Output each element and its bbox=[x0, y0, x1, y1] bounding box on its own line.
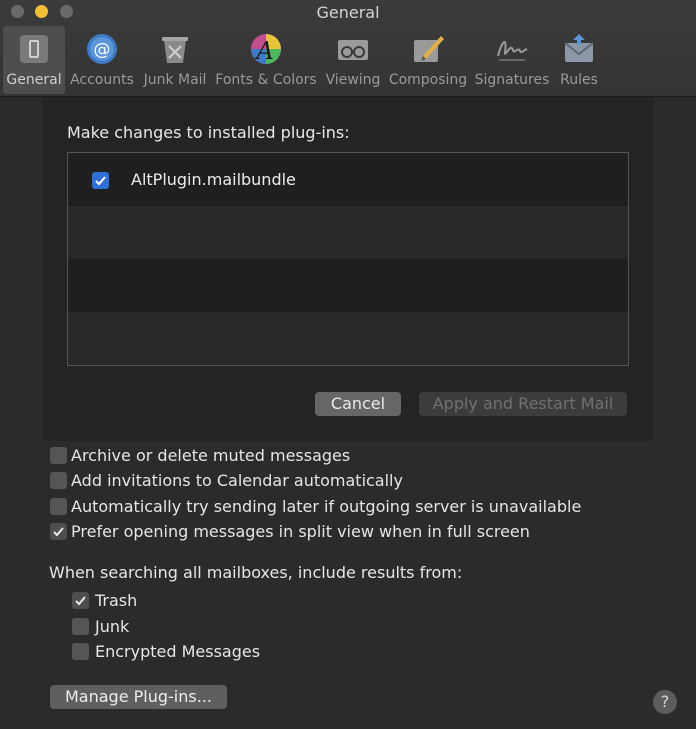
tab-signatures[interactable]: Signatures bbox=[473, 26, 551, 94]
split-view-checkbox[interactable] bbox=[50, 523, 67, 540]
junk-checkbox[interactable] bbox=[72, 618, 89, 635]
plugin-checkbox[interactable] bbox=[92, 172, 109, 189]
apply-and-restart-button[interactable]: Apply and Restart Mail bbox=[419, 392, 627, 416]
rules-icon bbox=[564, 34, 594, 62]
accounts-icon: @ bbox=[87, 34, 117, 64]
plugin-list[interactable]: AltPlugin.mailbundle bbox=[67, 152, 629, 366]
tab-composing[interactable]: Composing bbox=[388, 26, 468, 94]
split-view-label: Prefer opening messages in split view wh… bbox=[71, 522, 530, 541]
tab-label: Signatures bbox=[474, 72, 550, 88]
archive-muted-label: Archive or delete muted messages bbox=[71, 446, 351, 465]
window-title: General bbox=[316, 3, 380, 22]
trash-checkbox[interactable] bbox=[72, 592, 89, 609]
help-button[interactable]: ? bbox=[653, 690, 677, 714]
svg-text:A: A bbox=[254, 37, 273, 65]
composing-icon bbox=[414, 36, 444, 62]
plugin-row-empty bbox=[68, 312, 628, 365]
general-icon bbox=[20, 35, 48, 63]
signatures-icon bbox=[497, 41, 528, 61]
tab-label: Junk Mail bbox=[143, 72, 207, 88]
junk-mail-icon bbox=[162, 37, 188, 63]
tab-accounts[interactable]: @ Accounts bbox=[68, 26, 136, 94]
tab-viewing[interactable]: Viewing bbox=[322, 26, 384, 94]
tab-fonts-colors[interactable]: A Fonts & Colors bbox=[214, 26, 318, 94]
plugin-row[interactable]: AltPlugin.mailbundle bbox=[68, 153, 628, 206]
tab-label: Composing bbox=[388, 72, 468, 88]
send-later-checkbox[interactable] bbox=[50, 498, 67, 515]
tab-label: Viewing bbox=[325, 72, 381, 88]
tab-label: Accounts bbox=[70, 72, 134, 88]
viewing-icon bbox=[338, 40, 368, 60]
plugin-row-empty bbox=[68, 206, 628, 259]
trash-label: Trash bbox=[95, 591, 138, 610]
checkmark-icon bbox=[95, 176, 106, 186]
search-results-label: When searching all mailboxes, include re… bbox=[49, 563, 463, 582]
tab-rules[interactable]: Rules bbox=[555, 26, 603, 94]
encrypted-messages-checkbox[interactable] bbox=[72, 643, 89, 660]
fonts-colors-icon: A bbox=[251, 34, 281, 65]
junk-label: Junk bbox=[95, 617, 130, 636]
checkmark-icon bbox=[53, 527, 64, 537]
manage-plugins-button[interactable]: Manage Plug-ins... bbox=[50, 685, 227, 709]
add-invitations-checkbox[interactable] bbox=[50, 472, 67, 489]
tab-label: Rules bbox=[560, 72, 598, 88]
plugins-sheet-label: Make changes to installed plug-ins: bbox=[67, 123, 350, 142]
add-invitations-label: Add invitations to Calendar automaticall… bbox=[71, 471, 403, 490]
tab-general[interactable]: General bbox=[3, 26, 65, 94]
cancel-button[interactable]: Cancel bbox=[315, 392, 401, 416]
plugin-name: AltPlugin.mailbundle bbox=[131, 170, 296, 189]
tab-label: General bbox=[6, 72, 62, 88]
tab-junk-mail[interactable]: Junk Mail bbox=[139, 26, 211, 94]
send-later-label: Automatically try sending later if outgo… bbox=[71, 497, 582, 516]
checkmark-icon bbox=[75, 596, 86, 606]
tab-label: Fonts & Colors bbox=[215, 72, 317, 88]
title-bar: General General @ Accounts Junk Mail A F… bbox=[0, 0, 696, 97]
svg-text:@: @ bbox=[94, 40, 111, 60]
archive-muted-checkbox[interactable] bbox=[50, 447, 67, 464]
plugin-row-empty bbox=[68, 259, 628, 312]
encrypted-messages-label: Encrypted Messages bbox=[95, 642, 261, 661]
